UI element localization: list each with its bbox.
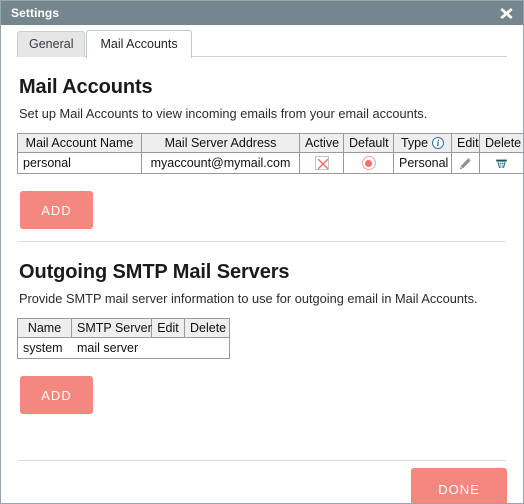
smtp-table-wrap: Name SMTP Server Edit Delete system mail… — [17, 318, 507, 359]
tab-general[interactable]: General — [17, 31, 86, 57]
column-header-delete: Delete — [479, 133, 523, 153]
window-titlebar: Settings — [1, 1, 523, 25]
column-header-type-label: Type — [400, 136, 429, 150]
settings-window: Settings General Mail Accounts Mail Acco… — [0, 0, 524, 504]
cell-delete — [479, 152, 523, 174]
column-header-smtp-name: Name — [17, 318, 72, 338]
column-header-smtp-delete: Delete — [184, 318, 230, 338]
table-header-row: Mail Account Name Mail Server Address Ac… — [17, 133, 523, 153]
info-icon[interactable]: i — [432, 137, 445, 149]
cell-type: Personal — [393, 152, 452, 174]
section-divider — [18, 241, 506, 242]
column-header-server-address: Mail Server Address — [141, 133, 300, 153]
cell-account-name: personal — [17, 152, 142, 174]
add-smtp-server-button[interactable]: ADD — [20, 376, 93, 414]
checkbox-x-icon[interactable] — [314, 156, 329, 171]
table-header-row: Name SMTP Server Edit Delete — [17, 318, 230, 338]
column-header-active: Active — [299, 133, 344, 153]
cell-default — [343, 152, 394, 174]
add-mail-account-button[interactable]: ADD — [20, 191, 93, 229]
cell-edit — [451, 152, 480, 174]
settings-content: Mail Accounts Set up Mail Accounts to vi… — [1, 75, 523, 414]
cell-smtp-edit — [151, 337, 185, 359]
mail-accounts-table-wrap: Mail Account Name Mail Server Address Ac… — [17, 133, 523, 174]
column-header-edit: Edit — [451, 133, 480, 153]
column-header-account-name: Mail Account Name — [17, 133, 142, 153]
cell-smtp-delete — [184, 337, 230, 359]
close-icon[interactable] — [495, 2, 517, 24]
mail-accounts-heading: Mail Accounts — [19, 76, 153, 98]
smtp-description: Provide SMTP mail server information to … — [19, 291, 478, 306]
cell-smtp-name: system — [17, 337, 72, 359]
column-header-smtp-edit: Edit — [151, 318, 185, 338]
radio-selected-icon[interactable] — [361, 156, 376, 171]
smtp-heading: Outgoing SMTP Mail Servers — [19, 261, 290, 283]
trash-icon[interactable] — [495, 157, 508, 170]
column-header-type: Type i — [393, 133, 452, 153]
cell-server-address: myaccount@mymail.com — [141, 152, 300, 174]
done-button[interactable]: DONE — [411, 468, 507, 503]
cell-smtp-server: mail server — [71, 337, 152, 359]
window-title: Settings — [11, 6, 60, 20]
table-row: system mail server — [17, 337, 230, 359]
footer: DONE — [17, 461, 507, 503]
footer-wrap: DONE — [1, 460, 523, 503]
pencil-icon[interactable] — [458, 156, 473, 171]
column-header-smtp-server: SMTP Server — [71, 318, 152, 338]
table-row: personal myaccount@mymail.com Personal — [17, 152, 523, 174]
mail-accounts-description: Set up Mail Accounts to view incoming em… — [19, 106, 428, 121]
smtp-table: Name SMTP Server Edit Delete system mail… — [17, 318, 230, 359]
tab-mail-accounts[interactable]: Mail Accounts — [86, 30, 192, 58]
mail-accounts-table: Mail Account Name Mail Server Address Ac… — [17, 133, 523, 174]
settings-tabs: General Mail Accounts — [1, 25, 523, 58]
cell-active — [299, 152, 344, 174]
column-header-default: Default — [343, 133, 394, 153]
